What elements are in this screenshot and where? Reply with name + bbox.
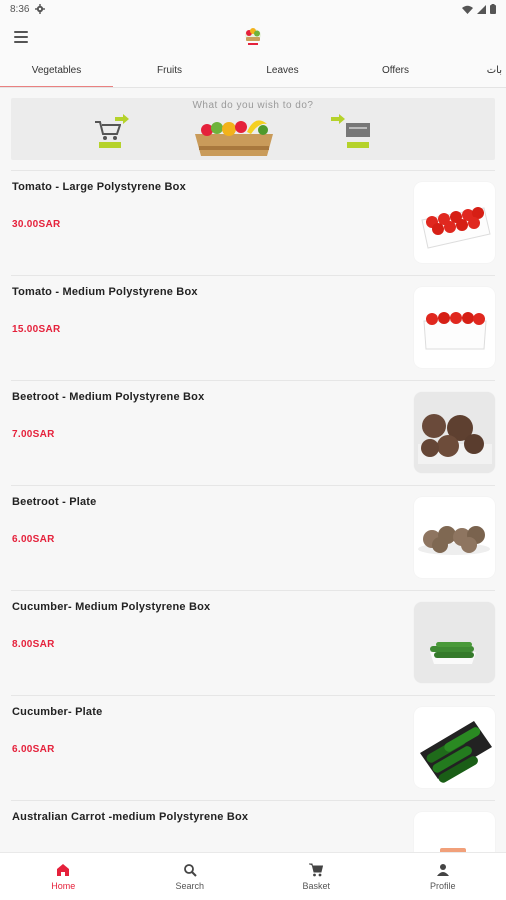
product-name: Australian Carrot -medium Polystyrene Bo… (12, 811, 249, 823)
product-price: 8.00SAR (12, 639, 55, 650)
product-image[interactable] (414, 287, 495, 368)
product-price: 7.00SAR (12, 429, 55, 440)
produce-crate-image (195, 120, 273, 156)
list-item[interactable]: Beetroot - Plate 6.00SAR (11, 485, 495, 590)
list-item[interactable]: Tomato - Large Polystyrene Box 30.00SAR (11, 170, 495, 275)
tab-more[interactable]: بات (452, 56, 506, 87)
product-image[interactable] (414, 392, 495, 473)
nav-profile[interactable]: Profile (380, 853, 506, 900)
list-item[interactable]: Tomato - Medium Polystyrene Box 15.00SAR (11, 275, 495, 380)
nav-basket-label: Basket (302, 880, 330, 891)
product-price: 6.00SAR (12, 744, 55, 755)
promo-banner[interactable]: What do you wish to do? (11, 98, 495, 160)
status-bar: 8:36 (0, 0, 506, 18)
banner-title: What do you wish to do? (192, 100, 314, 111)
tab-vegetables[interactable]: Vegetables (0, 56, 113, 87)
product-price: 15.00SAR (12, 324, 61, 335)
wifi-icon (462, 5, 473, 14)
nav-profile-label: Profile (429, 880, 456, 891)
product-list: Tomato - Large Polystyrene Box 30.00SAR … (11, 170, 495, 900)
nav-search[interactable]: Search (127, 853, 254, 900)
cart-icon (309, 863, 324, 876)
nav-home[interactable]: Home (0, 853, 127, 900)
nav-home-label: Home (51, 880, 76, 891)
product-name: Cucumber- Plate (12, 706, 103, 718)
product-name: Beetroot - Plate (12, 496, 97, 508)
nav-basket[interactable]: Basket (253, 853, 380, 900)
product-image[interactable] (414, 602, 495, 683)
home-icon (57, 863, 70, 876)
product-image[interactable] (414, 707, 495, 788)
list-item[interactable]: Beetroot - Medium Polystyrene Box 7.00SA… (11, 380, 495, 485)
product-price: 6.00SAR (12, 534, 55, 545)
nav-search-label: Search (175, 880, 205, 891)
product-image[interactable] (414, 497, 495, 578)
status-time: 8:36 (10, 3, 30, 15)
app-logo[interactable] (240, 24, 266, 50)
product-name: Tomato - Medium Polystyrene Box (12, 286, 198, 298)
arrow-icon (331, 114, 345, 124)
product-name: Cucumber- Medium Polystyrene Box (12, 601, 211, 613)
bottom-navigation: Home Search Basket Profile (0, 852, 506, 900)
banner-tag (99, 142, 121, 148)
list-item[interactable]: Cucumber- Medium Polystyrene Box 8.00SAR (11, 590, 495, 695)
signal-icon (477, 4, 486, 14)
tab-offers[interactable]: Offers (339, 56, 452, 87)
list-item[interactable]: Cucumber- Plate 6.00SAR (11, 695, 495, 800)
hamburger-icon[interactable] (14, 27, 34, 47)
product-price: 30.00SAR (12, 219, 61, 230)
tab-fruits[interactable]: Fruits (113, 56, 226, 87)
search-icon (183, 863, 197, 877)
category-tabs: Vegetables Fruits Leaves Offers بات (0, 56, 506, 88)
product-name: Tomato - Large Polystyrene Box (12, 181, 186, 193)
tab-leaves[interactable]: Leaves (226, 56, 339, 87)
box-icon (346, 123, 370, 137)
person-icon (436, 863, 449, 876)
app-bar (0, 18, 506, 56)
gear-icon (35, 4, 46, 14)
banner-tag (347, 142, 369, 148)
product-image[interactable] (414, 182, 495, 263)
battery-icon (490, 4, 496, 14)
product-name: Beetroot - Medium Polystyrene Box (12, 391, 205, 403)
cart-icon (95, 121, 121, 140)
